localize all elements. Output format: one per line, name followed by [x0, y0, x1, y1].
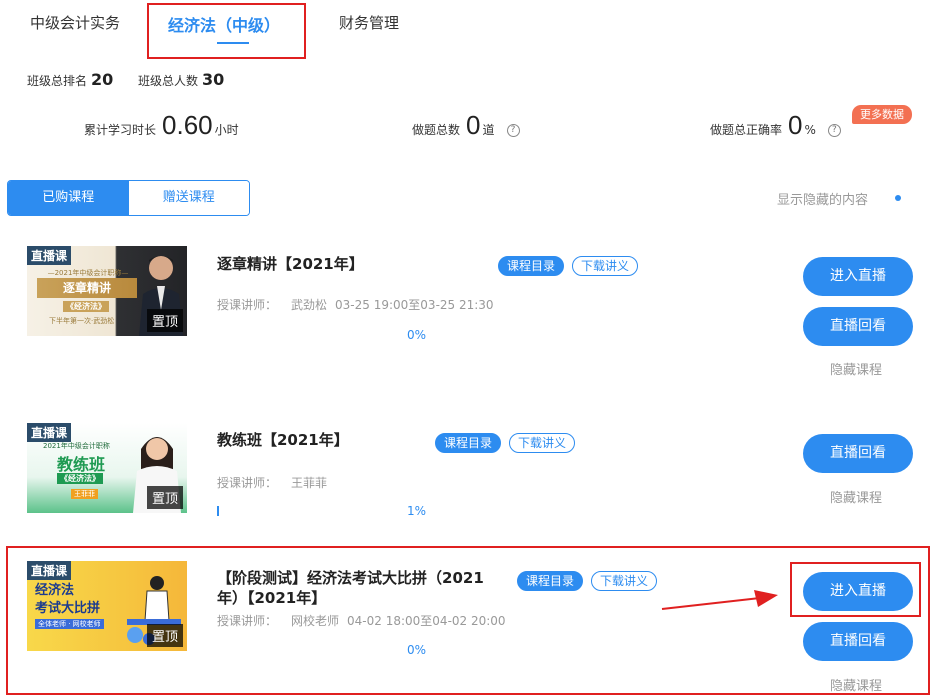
download-notes-button[interactable]: 下载讲义 — [572, 256, 639, 276]
tab-intermediate-accounting[interactable]: 中级会计实务 — [30, 12, 120, 33]
study-time-unit: 小时 — [214, 123, 239, 137]
course-title[interactable]: 教练班【2021年】 — [217, 430, 349, 450]
class-total-value: 30 — [202, 70, 225, 89]
class-rank-value: 20 — [91, 70, 114, 89]
hide-course-link[interactable]: 隐藏课程 — [830, 487, 882, 506]
progress-percent: 0% — [407, 643, 427, 657]
course-thumbnail[interactable]: —2021年中级会计职称— 逐章精讲 《经济法》 下半年第一次·武劲松 直播课 … — [27, 246, 187, 336]
thumb-teacher: 下半年第一次·武劲松 — [49, 317, 115, 325]
active-tab-indicator — [217, 42, 249, 44]
thumb-title: 教练班 — [57, 455, 106, 474]
live-badge: 直播课 — [27, 423, 72, 442]
teacher-name: 武劲松 — [291, 298, 328, 312]
thumb-subtitle: 2021年中级会计职称 — [43, 442, 110, 450]
questions-label: 做题总数 — [412, 123, 461, 137]
progress-bar-fill — [217, 506, 219, 516]
hide-course-link[interactable]: 隐藏课程 — [830, 359, 882, 378]
show-hidden-toggle[interactable]: 显示隐藏的内容 — [777, 189, 868, 208]
accuracy-stat: 做题总正确率 0 % ? — [710, 110, 841, 141]
course-thumbnail[interactable]: 经济法 考试大比拼 全体老师 · 网校老师 直播课 置顶 — [27, 561, 187, 651]
teacher-info: 授课讲师： 武劲松 03-25 19:00至03-25 21:30 — [217, 296, 494, 313]
tab-financial-management[interactable]: 财务管理 — [339, 12, 399, 33]
progress-percent: 0% — [407, 328, 427, 342]
course-type-segment: 已购课程 赠送课程 — [7, 180, 250, 216]
pin-badge: 置顶 — [146, 309, 183, 332]
class-total-label: 班级总人数 — [138, 74, 199, 88]
thumb-title-line1: 经济法 — [35, 583, 75, 598]
teacher-name: 网校老师 — [291, 614, 340, 628]
course-time: 04-02 18:00至04-02 20:00 — [347, 614, 506, 628]
course-title[interactable]: 逐章精讲【2021年】 — [217, 254, 364, 274]
arrow-icon — [661, 590, 778, 610]
class-rank-label: 班级总排名 — [27, 74, 88, 88]
enter-live-button[interactable]: 进入直播 — [803, 257, 913, 296]
accuracy-value: 0 — [788, 110, 803, 140]
teacher-label: 授课讲师： — [217, 476, 278, 490]
thumb-title-line2: 考试大比拼 — [35, 601, 101, 616]
more-data-badge[interactable]: 更多数据 — [852, 105, 912, 124]
live-badge: 直播课 — [27, 246, 72, 265]
progress-percent: 1% — [407, 504, 427, 518]
thumb-title: 逐章精讲 — [37, 278, 137, 298]
live-replay-button[interactable]: 直播回看 — [803, 307, 913, 346]
live-replay-button[interactable]: 直播回看 — [803, 622, 913, 661]
study-time-stat: 累计学习时长 0.60 小时 — [84, 110, 239, 141]
class-total: 班级总人数 30 — [138, 70, 224, 89]
course-time: 03-25 19:00至03-25 21:30 — [335, 298, 494, 312]
teacher-name: 王菲菲 — [291, 476, 328, 490]
accuracy-label: 做题总正确率 — [710, 123, 783, 137]
download-notes-button[interactable]: 下载讲义 — [591, 571, 658, 591]
download-notes-button[interactable]: 下载讲义 — [509, 433, 576, 453]
live-badge: 直播课 — [27, 561, 72, 580]
course-title-line1[interactable]: 【阶段测试】经济法考试大比拼（2021 — [217, 568, 484, 588]
thumb-teacher: 王菲菲 — [71, 489, 98, 499]
class-rank: 班级总排名 20 — [27, 70, 113, 89]
purchased-courses-tab[interactable]: 已购课程 — [8, 181, 129, 215]
pin-badge: 置顶 — [146, 486, 183, 509]
teacher-label: 授课讲师： — [217, 614, 278, 628]
enter-live-button[interactable]: 进入直播 — [803, 572, 913, 611]
hide-course-link[interactable]: 隐藏课程 — [830, 675, 882, 694]
course-thumbnail[interactable]: 2021年中级会计职称 教练班 《经济法》 王菲菲 直播课 置顶 — [27, 423, 187, 513]
teacher-info: 授课讲师： 王菲菲 — [217, 474, 327, 491]
toggle-dot-icon — [895, 195, 901, 201]
accuracy-unit: % — [804, 123, 816, 137]
tab-economic-law[interactable]: 经济法（中级） — [168, 12, 280, 36]
thumb-subtitle: —2021年中级会计职称— — [47, 269, 129, 277]
course-title-line2[interactable]: 年）【2021年】 — [217, 588, 326, 608]
help-icon[interactable]: ? — [506, 124, 520, 137]
thumb-subject: 《经济法》 — [63, 301, 109, 312]
catalog-button[interactable]: 课程目录 — [517, 571, 584, 591]
teacher-info: 授课讲师： 网校老师 04-02 18:00至04-02 20:00 — [217, 612, 506, 629]
questions-stat: 做题总数 0 道 ? — [412, 110, 520, 141]
pin-badge: 置顶 — [146, 624, 183, 647]
catalog-button[interactable]: 课程目录 — [498, 256, 565, 276]
help-icon[interactable]: ? — [827, 124, 841, 137]
thumb-teacher: 全体老师 · 网校老师 — [35, 619, 104, 629]
questions-unit: 道 — [482, 123, 495, 137]
teacher-label: 授课讲师： — [217, 298, 278, 312]
study-time-value: 0.60 — [162, 110, 213, 140]
study-time-label: 累计学习时长 — [84, 123, 157, 137]
thumb-subject: 《经济法》 — [57, 473, 103, 484]
gifted-courses-tab[interactable]: 赠送课程 — [128, 181, 249, 215]
live-replay-button[interactable]: 直播回看 — [803, 434, 913, 473]
questions-value: 0 — [466, 110, 481, 140]
catalog-button[interactable]: 课程目录 — [435, 433, 502, 453]
